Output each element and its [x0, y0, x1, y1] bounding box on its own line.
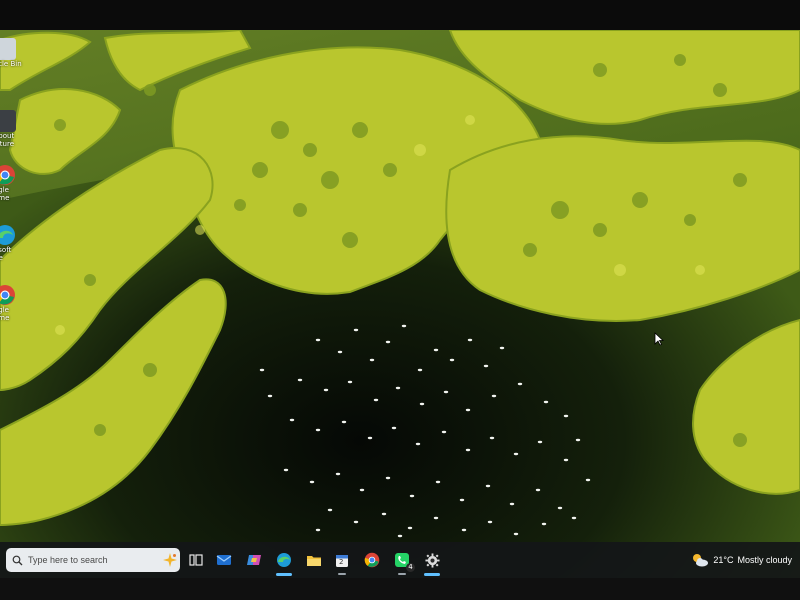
monitor-bezel-bottom: [0, 578, 800, 600]
settings-button[interactable]: [420, 548, 444, 576]
desktop-icon-label: ogle ome: [0, 306, 10, 322]
weather-condition: Mostly cloudy: [737, 555, 792, 565]
copilot-icon: [247, 555, 261, 565]
mouse-cursor-icon: [654, 332, 664, 346]
search-icon: [6, 548, 28, 572]
taskbar-search-box[interactable]: Type here to search: [6, 548, 180, 572]
desktop-icon-microsoft-edge[interactable]: osoft ge: [0, 224, 38, 268]
recycle-bin-icon: [0, 38, 16, 60]
chrome-icon: [0, 285, 15, 305]
task-view-button[interactable]: [184, 548, 208, 572]
task-view-icon: [189, 554, 203, 566]
copilot-button[interactable]: [242, 548, 266, 572]
search-placeholder: Type here to search: [28, 555, 108, 565]
open-indicator: [398, 573, 406, 575]
calendar-day: 2: [339, 558, 344, 566]
weather-widget[interactable]: 21°C Mostly cloudy: [691, 550, 792, 570]
desktop-screen: ycle Bin about icture ogle ome osoft ge …: [0, 30, 800, 578]
search-highlight-icon[interactable]: [160, 548, 180, 572]
desktop-icon-label: osoft ge: [0, 246, 12, 262]
notification-badge: 4: [406, 563, 415, 572]
chrome-taskbar-button[interactable]: [360, 548, 384, 572]
active-indicator: [424, 573, 440, 576]
picture-icon: [0, 110, 16, 132]
partly-cloudy-icon: [693, 554, 709, 567]
desktop-icon-label: about icture: [0, 132, 15, 148]
taskbar: Type here to search 2 4 21°C Mostly clou…: [0, 542, 800, 578]
edge-icon: [0, 225, 15, 245]
edge-taskbar-button[interactable]: [272, 548, 296, 576]
calendar-button[interactable]: 2: [330, 548, 354, 575]
desktop-wallpaper: [0, 30, 800, 578]
edge-icon: [277, 553, 291, 567]
desktop-icon-label: ogle ome: [0, 186, 10, 202]
monitor-bezel-top: [0, 0, 800, 30]
file-explorer-button[interactable]: [302, 548, 326, 572]
desktop-icon-recycle-bin[interactable]: ycle Bin: [0, 38, 38, 74]
desktop-icon-google-chrome-2[interactable]: ogle ome: [0, 284, 38, 328]
chrome-icon: [0, 165, 15, 185]
chrome-icon: [364, 552, 380, 568]
file-explorer-icon: [307, 556, 321, 566]
mail-button[interactable]: [212, 548, 236, 572]
settings-icon: [424, 552, 440, 568]
active-indicator: [276, 573, 292, 576]
mail-icon: [216, 555, 232, 565]
desktop-icon-label: ycle Bin: [0, 60, 22, 68]
weather-temperature: 21°C: [713, 555, 734, 565]
open-indicator: [338, 573, 346, 575]
whatsapp-button[interactable]: 4: [390, 548, 415, 575]
desktop-icon-google-chrome[interactable]: ogle ome: [0, 164, 38, 208]
desktop-icon-about-picture[interactable]: about icture: [0, 110, 38, 150]
